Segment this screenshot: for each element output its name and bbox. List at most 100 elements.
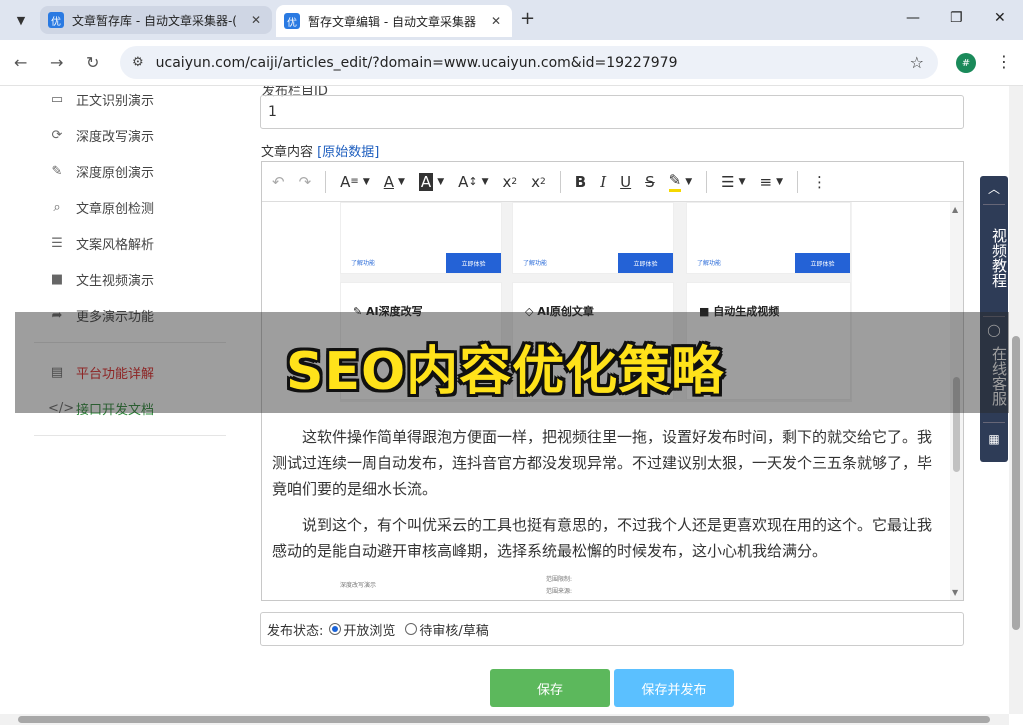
font-color-icon[interactable]: A ▼ (384, 173, 405, 191)
sidebar-item-label: 深度改写演示 (76, 129, 155, 145)
reload-icon[interactable]: ↻ (86, 53, 99, 72)
tab-article-storage[interactable]: 优 文章暂存库 - 自动文章采集器-( ✕ (40, 6, 272, 34)
refresh-icon: ⟳ (51, 127, 63, 143)
undo-icon[interactable]: ↶ (272, 173, 285, 191)
redo-icon[interactable]: ↷ (299, 173, 312, 191)
scroll-up-arrow-icon[interactable]: ▲ (952, 205, 958, 214)
highlight-icon[interactable]: ✎ ▼ (668, 171, 692, 192)
bold-icon[interactable]: B (575, 173, 586, 191)
back-arrow-icon[interactable]: ← (14, 53, 27, 72)
forward-arrow-icon[interactable]: → (50, 53, 63, 72)
radio-pending-draft[interactable]: 待审核/草稿 (405, 620, 489, 639)
toolbar-separator (559, 170, 561, 193)
restore-window-icon[interactable]: ❐ (950, 10, 963, 26)
toolbar-separator (797, 170, 799, 193)
minimize-icon[interactable]: — (906, 10, 920, 26)
content-label: 文章内容 [原始数据] (261, 141, 379, 160)
toolbar-separator (325, 170, 327, 193)
sidebar-item-label: 文生视频演示 (76, 273, 155, 289)
save-button[interactable]: 保存 (490, 669, 610, 707)
radio-unselected-icon (405, 623, 418, 635)
font-size-icon[interactable]: A ↕ ▼ (458, 173, 488, 191)
content-paragraph: 说到这个，有个叫优采云的工具也挺有意思的，不过我个人还是更喜欢现在用的这个。它最… (272, 516, 933, 560)
radio-selected-icon (329, 623, 342, 635)
sidebar-item-text-recognition[interactable]: ▭ 正文识别演示 (48, 87, 154, 111)
list-icon: ☰ (51, 235, 63, 251)
tab-article-edit[interactable]: 优 暂存文章编辑 - 自动文章采集器 ✕ (276, 5, 512, 37)
site-favicon: 优 (48, 12, 64, 28)
underline-icon[interactable]: U (620, 173, 631, 191)
learn-feature-link: 了解功能 (697, 260, 722, 267)
mini-label: 范围来源: (546, 588, 573, 595)
save-and-publish-button[interactable]: 保存并发布 (614, 669, 734, 707)
raw-data-link[interactable]: [原始数据] (317, 145, 379, 160)
sidebar-item-label: 正文识别演示 (76, 93, 155, 109)
bulleted-list-icon[interactable]: ☰ ▼ (721, 173, 745, 191)
publish-status-label: 发布状态: (267, 623, 324, 639)
profile-avatar[interactable]: # (956, 53, 976, 73)
banner-title: SEO内容优化策略 (286, 342, 725, 402)
sidebar-divider (34, 435, 226, 436)
feature-card: 了解功能 立即体验 (512, 202, 674, 274)
browser-tab-bar: ▼ 优 文章暂存库 - 自动文章采集器-( ✕ 优 暂存文章编辑 - 自动文章采… (0, 0, 1023, 40)
close-window-icon[interactable]: ✕ (994, 10, 1006, 26)
sidebar-item-deep-rewrite[interactable]: ⟳ 深度改写演示 (48, 123, 154, 147)
browser-menu-icon[interactable]: ⋮ (996, 52, 1012, 71)
sidebar-item-label: 深度原创演示 (76, 165, 155, 181)
mini-label: 范围限制: (546, 576, 573, 583)
more-options-icon[interactable]: ⋮ (812, 173, 827, 191)
radio-open-browse[interactable]: 开放浏览 (329, 620, 395, 639)
video-tutorial-link[interactable]: 视频教程 (980, 222, 1008, 294)
sidebar-item-originality-check[interactable]: ⌕ 文章原创检测 (48, 195, 154, 219)
address-bar-row: ← → ↻ ⚙ ucaiyun.com/caiji/articles_edit/… (0, 40, 1023, 86)
sidebar-item-deep-original[interactable]: ✎ 深度原创演示 (48, 159, 154, 183)
embedded-settings-screenshot: 深度改写演示 范围限制: 范围来源: (340, 572, 850, 600)
publish-status-field: 发布状态: 开放浏览 待审核/草稿 (260, 612, 964, 646)
qr-code-icon[interactable]: ▦ (980, 432, 1008, 446)
chevron-up-icon[interactable]: ︿ (980, 180, 1008, 197)
page-scroll-thumb[interactable] (1012, 336, 1020, 630)
page-hscroll-thumb[interactable] (18, 716, 990, 723)
numbered-list-icon[interactable]: ≡ ▼ (760, 173, 784, 191)
edit-icon: ✎ (51, 163, 63, 179)
try-now-button: 立即体验 (446, 253, 501, 273)
new-tab-plus-icon[interactable]: + (520, 8, 535, 29)
sidebar-item-label: 文案风格解析 (76, 237, 155, 253)
font-family-icon[interactable]: A ≡ ▼ (340, 173, 370, 191)
editor-toolbar: ↶ ↷ A ≡ ▼ A ▼ A ▼ A ↕ ▼ x2 x2 B I U S ✎ ▼ ☰ ▼ ≡ ▼… (262, 162, 963, 202)
sidebar-item-label: 文章原创检测 (76, 201, 155, 217)
feature-card: 了解功能 立即体验 (686, 202, 851, 274)
learn-feature-link: 了解功能 (351, 260, 376, 267)
sidebar-item-text-to-video[interactable]: ■ 文生视频演示 (48, 267, 154, 291)
column-id-input[interactable]: 1 (260, 95, 964, 129)
search-icon: ⌕ (53, 199, 61, 215)
panel-divider (983, 204, 1005, 205)
radio-label: 开放浏览 (343, 623, 396, 639)
bookmark-star-icon[interactable]: ☆ (910, 53, 924, 72)
panel-divider (983, 422, 1005, 423)
tab-title: 文章暂存库 - 自动文章采集器-( (72, 13, 237, 28)
url-bar[interactable]: ⚙ ucaiyun.com/caiji/articles_edit/?domai… (120, 46, 938, 79)
close-tab-icon[interactable]: ✕ (248, 13, 264, 27)
toolbar-separator (706, 170, 708, 193)
page-vertical-scrollbar[interactable] (1009, 86, 1023, 714)
sidebar-item-style-analysis[interactable]: ☰ 文案风格解析 (48, 231, 154, 255)
page-content: ▭ 正文识别演示 ⟳ 深度改写演示 ✎ 深度原创演示 ⌕ 文章原创检测 ☰ 文案… (0, 86, 1023, 725)
italic-icon[interactable]: I (600, 173, 606, 191)
try-now-button: 立即体验 (795, 253, 850, 273)
content-paragraph: 这软件操作简单得跟泡方便面一样，把视频往里一拖，设置好发布时间，剩下的就交给它了… (272, 428, 933, 498)
feature-card: 了解功能 立即体验 (340, 202, 502, 274)
monitor-icon: ▭ (50, 91, 64, 107)
scroll-down-arrow-icon[interactable]: ▼ (952, 588, 958, 597)
url-text: ucaiyun.com/caiji/articles_edit/?domain=… (155, 54, 678, 71)
strikethrough-icon[interactable]: S (645, 173, 655, 191)
tab-search-chevron-icon[interactable]: ▼ (8, 7, 34, 33)
learn-feature-link: 了解功能 (523, 260, 548, 267)
subscript-icon[interactable]: x2 (503, 173, 518, 191)
radio-label: 待审核/草稿 (419, 623, 489, 639)
close-tab-icon[interactable]: ✕ (488, 14, 504, 28)
background-color-icon[interactable]: A ▼ (418, 172, 444, 191)
site-info-icon[interactable]: ⚙ (132, 55, 144, 70)
page-horizontal-scrollbar[interactable] (0, 714, 1009, 725)
superscript-icon[interactable]: x2 (531, 173, 546, 191)
